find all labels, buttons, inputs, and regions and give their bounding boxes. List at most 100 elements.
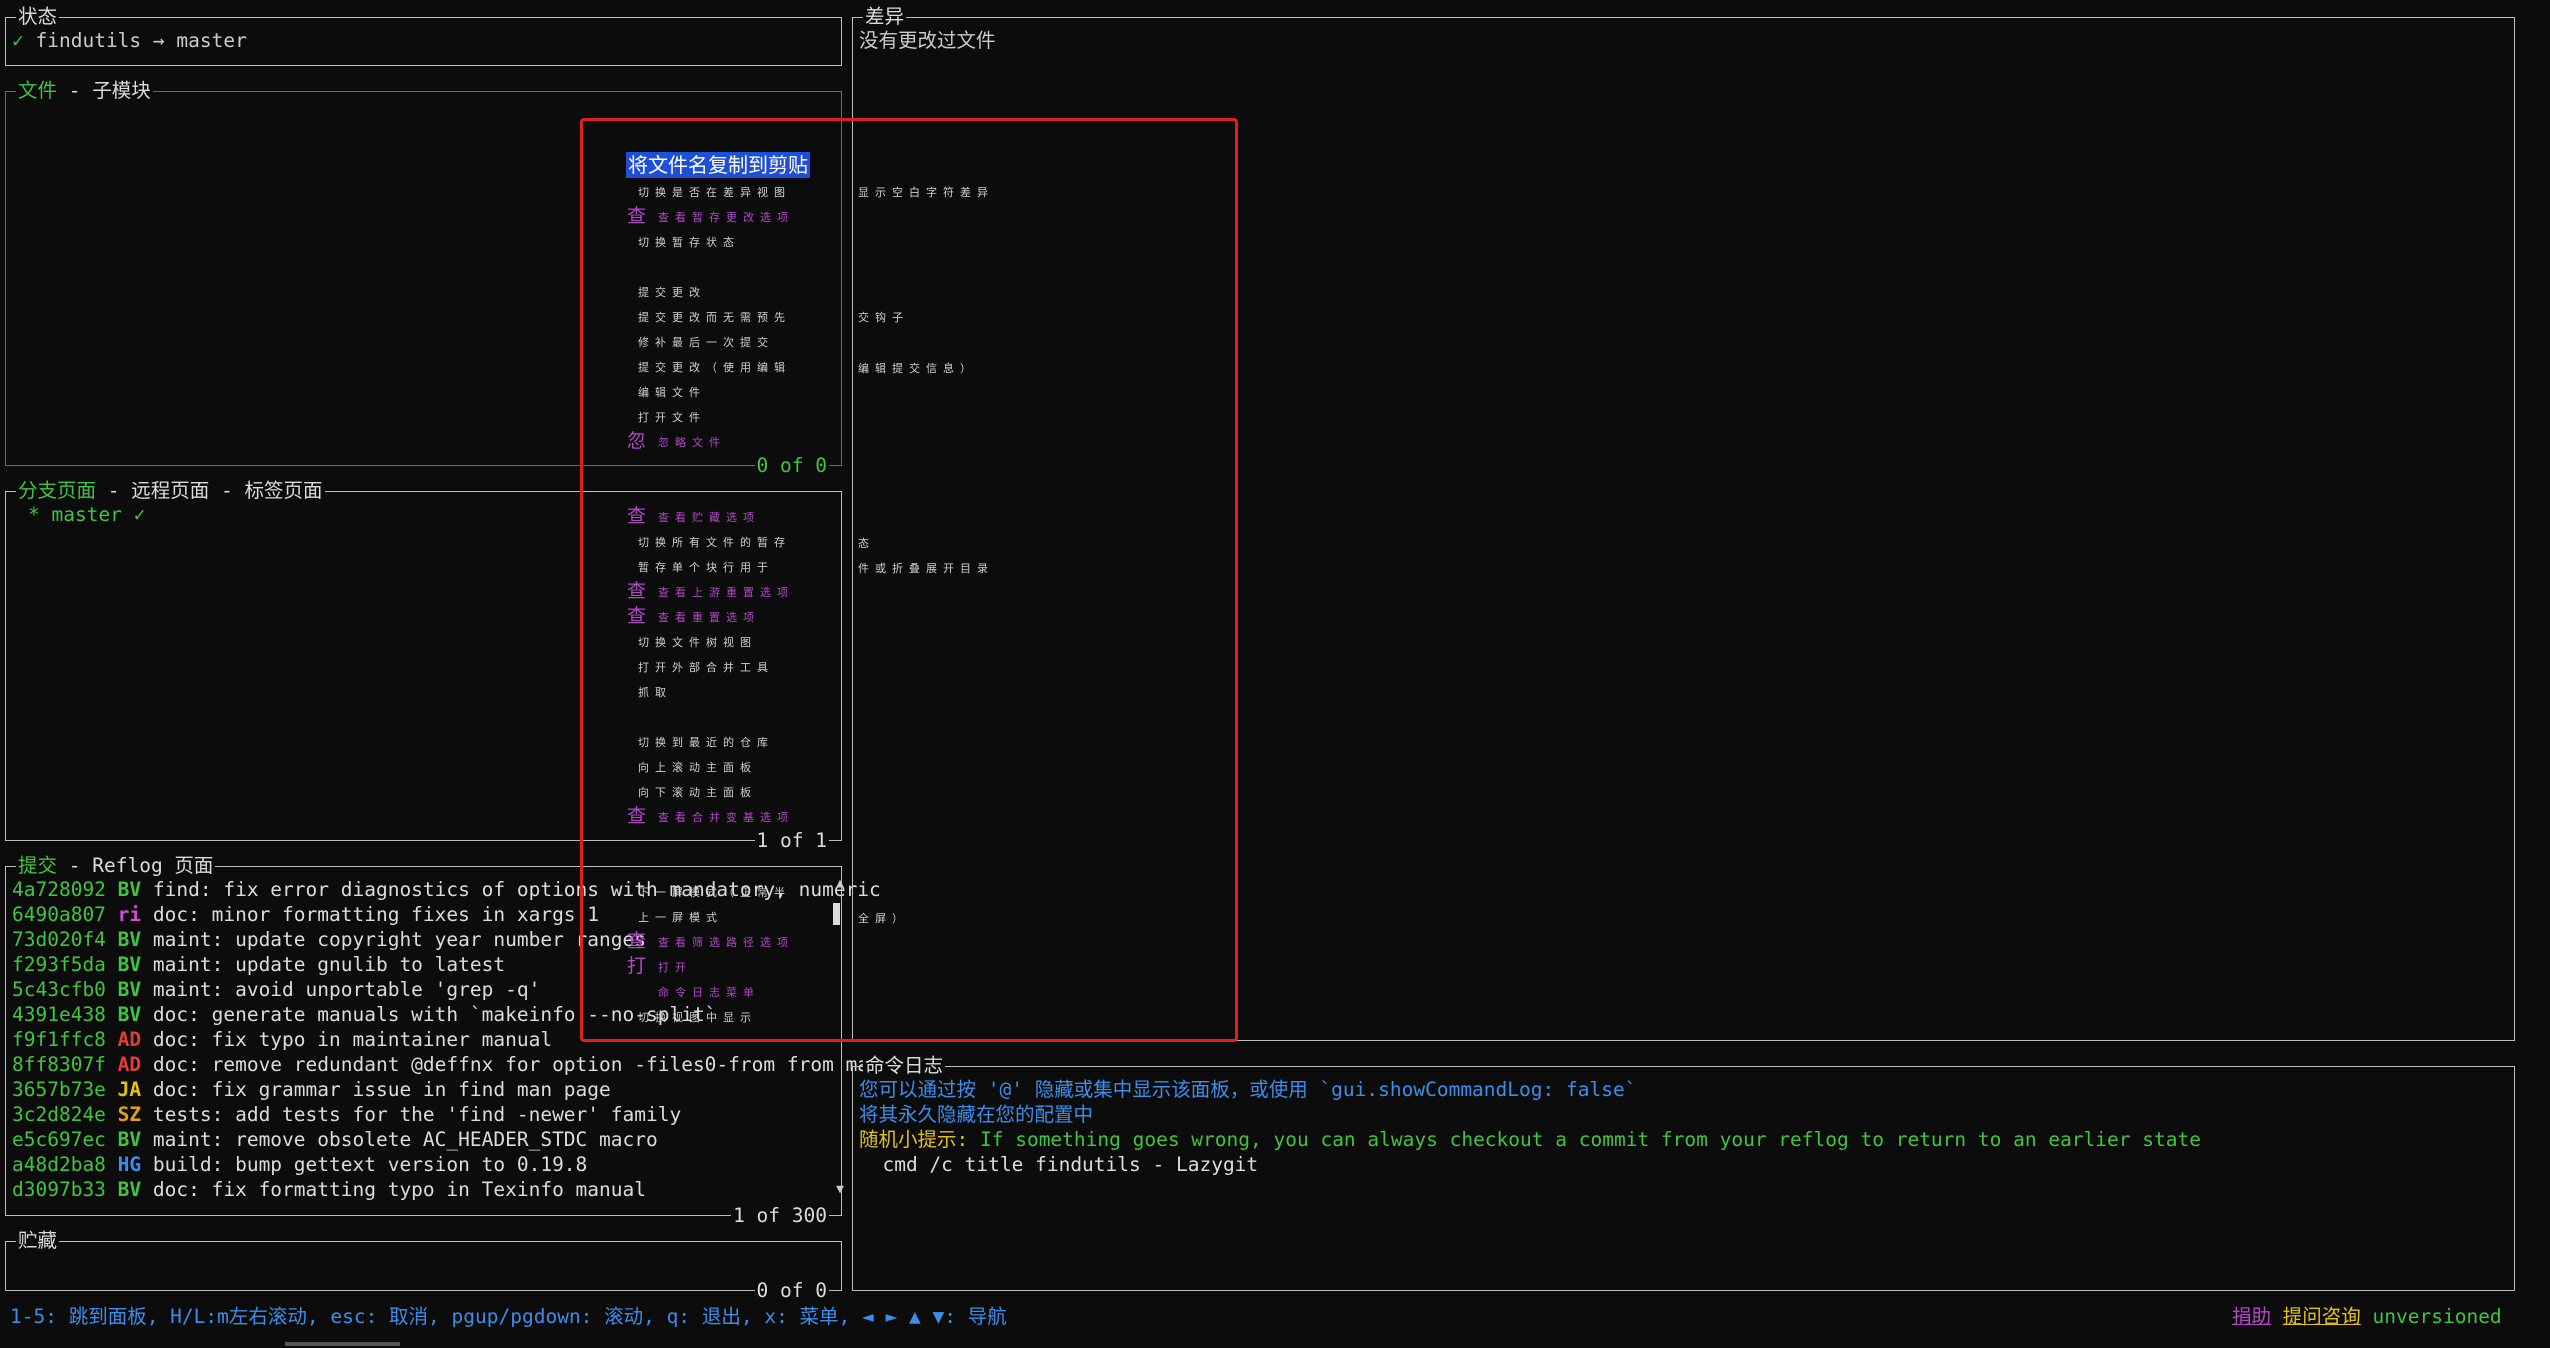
commit-message: maint: update gnulib to latest	[152, 953, 506, 976]
menu-item[interactable]: 向下滚动主面板	[638, 786, 757, 800]
donate-link[interactable]: 捐助	[2232, 1305, 2271, 1328]
menu-item[interactable]: 查看筛选路径选项	[658, 936, 794, 950]
stash-panel[interactable]: 贮藏 0 of 0	[5, 1229, 842, 1303]
commit-author: HG	[117, 1153, 142, 1176]
commits-tabs: 提交 - Reflog 页面	[16, 854, 216, 878]
menu-item-description: 交钩子	[858, 311, 909, 324]
version-label: unversioned	[2372, 1305, 2502, 1328]
menu-item[interactable]: 打开	[658, 961, 692, 975]
commit-message: doc: remove redundant @deffnx for option…	[152, 1053, 893, 1076]
menu-item[interactable]: 命令日志菜单	[658, 986, 760, 1000]
tab-remotes[interactable]: 远程页面	[131, 479, 209, 502]
tab-reflog[interactable]: Reflog 页面	[92, 854, 213, 877]
commit-author: BV	[117, 878, 142, 901]
commit-hash: 4391e438	[12, 1003, 106, 1026]
tab-submodules[interactable]: 子模块	[92, 79, 151, 102]
menu-item[interactable]: 查看上游重置选项	[658, 586, 794, 600]
menu-item-copy-filename[interactable]: 将文件名复制到剪贴	[626, 152, 810, 178]
commit-row[interactable]: 3c2d824e SZ tests: add tests for the 'fi…	[12, 1102, 681, 1127]
menu-item[interactable]: 打开文件	[638, 411, 706, 425]
menu-item-key: 查	[627, 930, 647, 952]
tab-tags[interactable]: 标签页面	[245, 479, 323, 502]
commit-row[interactable]: 6490a807 ri doc: minor formatting fixes …	[12, 902, 599, 927]
menu-item[interactable]: 忽略文件	[658, 436, 726, 450]
commit-author: ri	[117, 903, 142, 926]
menu-item[interactable]: 暂存单个块行用于	[638, 561, 774, 575]
menu-item[interactable]: 切换到最近的仓库	[638, 736, 774, 750]
commit-message: build: bump gettext version to 0.19.8	[152, 1153, 588, 1176]
menu-item[interactable]: 切换暂存状态	[638, 236, 740, 250]
horizontal-scrollbar[interactable]	[285, 1342, 400, 1346]
commit-author: BV	[117, 1128, 142, 1151]
menu-item[interactable]: 切换文件树视图	[638, 636, 757, 650]
stash-counter: 0 of 0	[754, 1279, 829, 1303]
menu-highlight-box	[580, 118, 1238, 1042]
tab-local-branches[interactable]: 分支页面	[18, 479, 96, 502]
branches-tabs: 分支页面 - 远程页面 - 标签页面	[16, 479, 325, 503]
menu-item-description: 显示空白字符差异	[858, 186, 994, 199]
commit-message: doc: minor formatting fixes in xargs.1	[152, 903, 600, 926]
log-line-1: 您可以通过按 '@' 隐藏或集中显示该面板，或使用 `gui.showComma…	[859, 1078, 1637, 1101]
commit-row[interactable]: f9f1ffc8 AD doc: fix typo in maintainer …	[12, 1027, 552, 1052]
menu-item[interactable]: 切换视图中显示	[638, 1011, 757, 1025]
commit-author: BV	[117, 978, 142, 1001]
menu-item[interactable]: 向上滚动主面板	[638, 761, 757, 775]
keybinding-help: 1-5: 跳到面板, H/L:m左右滚动, esc: 取消, pgup/pgdo…	[10, 1305, 1007, 1328]
commit-hash: 6490a807	[12, 903, 106, 926]
menu-item[interactable]: 查看贮藏选项	[658, 511, 760, 525]
menu-item[interactable]: 上一屏模式	[638, 911, 723, 925]
commit-row[interactable]: 5c43cfb0 BV maint: avoid unportable 'gre…	[12, 977, 540, 1002]
branch-item-master[interactable]: * master ✓	[28, 502, 145, 527]
commit-message: maint: avoid unportable 'grep -q'	[152, 978, 541, 1001]
menu-item[interactable]: 提交更改	[638, 286, 706, 300]
command-log-title: 命令日志	[863, 1054, 946, 1078]
menu-item-key: 查	[627, 605, 647, 627]
menu-item-key: 查	[627, 205, 647, 227]
ask-question-link[interactable]: 提问咨询	[2283, 1305, 2361, 1328]
commit-hash: 73d020f4	[12, 928, 106, 951]
menu-item[interactable]: 打开外部合并工具	[638, 661, 774, 675]
tab-commits[interactable]: 提交	[18, 854, 57, 877]
menu-item[interactable]: 提交更改（使用编辑	[638, 361, 791, 375]
status-panel[interactable]: 状态 ✓ findutils → master	[5, 5, 842, 66]
commit-row[interactable]: e5c697ec BV maint: remove obsolete AC_HE…	[12, 1127, 658, 1152]
commit-row[interactable]: a48d2ba8 HG build: bump gettext version …	[12, 1152, 587, 1177]
commit-hash: 5c43cfb0	[12, 978, 106, 1001]
menu-item-key: 查	[627, 505, 647, 527]
commit-row[interactable]: d3097b33 BV doc: fix formatting typo in …	[12, 1177, 646, 1202]
menu-item-description: 态	[858, 537, 875, 550]
menu-item[interactable]: 查看合并变基选项	[658, 811, 794, 825]
commit-row[interactable]: 3657b73e JA doc: fix grammar issue in fi…	[12, 1077, 611, 1102]
commit-author: BV	[117, 953, 142, 976]
tab-files[interactable]: 文件	[18, 79, 57, 102]
status-title: 状态	[16, 5, 60, 29]
commit-hash: 8ff8307f	[12, 1053, 106, 1076]
menu-item[interactable]: 抓取	[638, 686, 672, 700]
menu-item[interactable]: 查看重置选项	[658, 611, 760, 625]
menu-item[interactable]: 切换所有文件的暂存	[638, 536, 791, 550]
commit-message: tests: add tests for the 'find -newer' f…	[152, 1103, 682, 1126]
commit-author: SZ	[117, 1103, 142, 1126]
repo-branch: findutils → master	[35, 29, 247, 52]
commit-author: BV	[117, 1178, 142, 1201]
commit-row[interactable]: 73d020f4 BV maint: update copyright year…	[12, 927, 646, 952]
menu-item-key: 忽	[627, 430, 647, 452]
command-log-panel[interactable]: 命令日志 您可以通过按 '@' 隐藏或集中显示该面板，或使用 `gui.show…	[852, 1054, 2515, 1291]
commit-row[interactable]: f293f5da BV maint: update gnulib to late…	[12, 952, 505, 977]
commit-author: JA	[117, 1078, 142, 1101]
stash-title: 贮藏	[16, 1229, 60, 1253]
commit-message: doc: fix typo in maintainer manual	[152, 1028, 553, 1051]
menu-item[interactable]: 修补最后一次提交	[638, 336, 774, 350]
files-tabs: 文件 - 子模块	[16, 79, 153, 103]
menu-item[interactable]: 提交更改而无需预先	[638, 311, 791, 325]
menu-item[interactable]: 切换是否在差异视图	[638, 186, 791, 200]
menu-item[interactable]: 下一屏模式（正常半	[638, 886, 791, 900]
check-icon: ✓	[12, 29, 24, 52]
commit-row[interactable]: 8ff8307f AD doc: remove redundant @deffn…	[12, 1052, 893, 1077]
commit-hash: f9f1ffc8	[12, 1028, 106, 1051]
scroll-down-icon[interactable]: ▼	[836, 1182, 844, 1197]
diff-message: 没有更改过文件	[859, 29, 996, 52]
menu-item[interactable]: 编辑文件	[638, 386, 706, 400]
menu-item[interactable]: 查看暂存更改选项	[658, 211, 794, 225]
menu-item-key: 打	[627, 955, 647, 977]
